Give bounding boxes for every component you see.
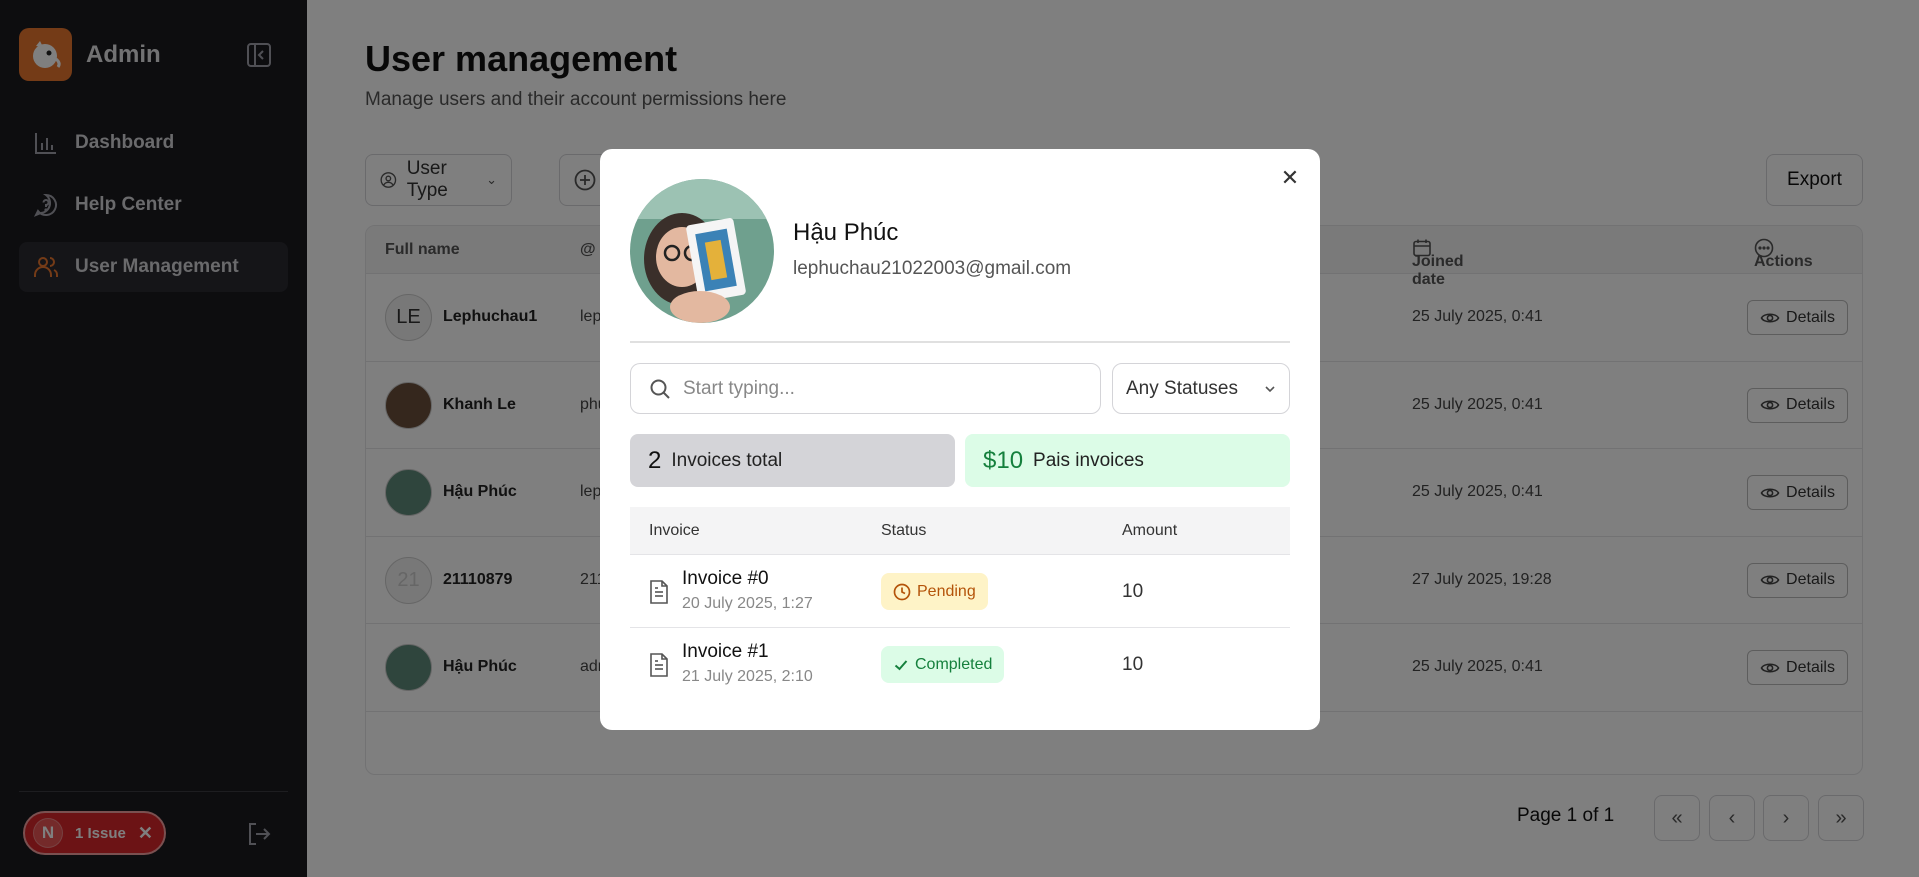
- status-label: Completed: [915, 655, 993, 673]
- modal-divider: [630, 341, 1290, 343]
- invoice-search: [630, 363, 1101, 414]
- modal-user-email: lephuchau21022003@gmail.com: [793, 258, 1072, 279]
- document-icon: [650, 653, 668, 677]
- status-label: Pending: [917, 582, 976, 600]
- invoices-total-count: 2: [648, 446, 662, 474]
- invoice-row[interactable]: Invoice #0 20 July 2025, 1:27 Pending 10: [630, 555, 1290, 628]
- invoices-table-header: Invoice Status Amount: [630, 507, 1290, 555]
- status-badge: Pending: [881, 573, 988, 610]
- user-details-modal: ✕ Hậu Phúc lephuchau21022003@gmail.com A…: [600, 149, 1320, 730]
- invoice-row[interactable]: Invoice #1 21 July 2025, 2:10 Completed …: [630, 628, 1290, 701]
- paid-invoices-card: $10 Pais invoices: [965, 434, 1290, 487]
- status-filter-select[interactable]: Any Statuses: [1112, 363, 1290, 414]
- paid-invoices-label: Pais invoices: [1033, 449, 1144, 471]
- column-status: Status: [881, 522, 927, 539]
- search-icon: [650, 379, 670, 399]
- search-input[interactable]: [683, 377, 1083, 400]
- status-filter-value: Any Statuses: [1126, 377, 1238, 399]
- user-avatar: [630, 179, 774, 323]
- invoices-table: Invoice Status Amount Invoice #0 20 July…: [630, 507, 1290, 701]
- close-icon[interactable]: ✕: [1280, 167, 1300, 189]
- chevron-down-icon: [1265, 385, 1275, 392]
- modal-user-name: Hậu Phúc: [793, 219, 899, 246]
- invoices-total-label: Invoices total: [671, 449, 783, 471]
- check-icon: [894, 659, 908, 670]
- column-amount: Amount: [1122, 522, 1178, 539]
- document-icon: [650, 580, 668, 604]
- invoice-amount: 10: [1122, 581, 1144, 602]
- invoice-date: 20 July 2025, 1:27: [682, 595, 813, 612]
- status-badge: Completed: [881, 646, 1005, 683]
- invoice-title: Invoice #1: [682, 641, 769, 662]
- paid-invoices-amount: $10: [983, 446, 1024, 474]
- invoices-total-card: 2 Invoices total: [630, 434, 955, 487]
- invoice-title: Invoice #0: [682, 568, 769, 589]
- column-invoice: Invoice: [649, 522, 700, 539]
- clock-icon: [893, 583, 911, 600]
- invoice-amount: 10: [1122, 654, 1144, 675]
- invoice-date: 21 July 2025, 2:10: [682, 668, 813, 685]
